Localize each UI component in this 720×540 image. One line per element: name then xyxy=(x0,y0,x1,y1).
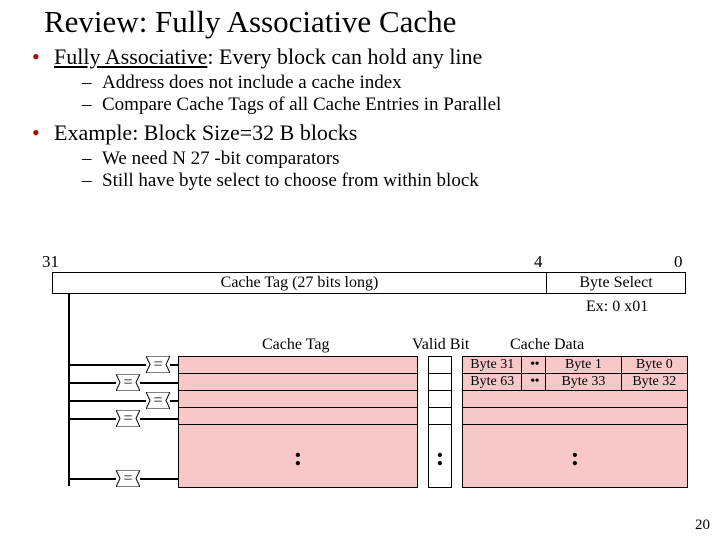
bullet-1-sub-1: Compare Cache Tags of all Cache Entries … xyxy=(82,94,720,116)
bullet-1: Fully Associative: Every block can hold … xyxy=(28,44,720,116)
bullet-2-text: Example: Block Size=32 B blocks xyxy=(54,120,357,145)
table-row-gap: : xyxy=(463,425,687,489)
bit-label-0: 0 xyxy=(674,252,683,272)
data-cell: Byte 33 xyxy=(546,374,621,390)
comparator-3: = xyxy=(116,410,140,427)
table-row xyxy=(179,408,417,425)
cache-diagram: 31 4 0 Cache Tag (27 bits long) Byte Sel… xyxy=(34,256,694,516)
table-row: Byte 63 • • Byte 33 Byte 32 xyxy=(463,374,687,391)
comparator-1: = xyxy=(116,374,140,391)
bullet-list: Fully Associative: Every block can hold … xyxy=(0,44,720,192)
data-cell: Byte 1 xyxy=(546,357,621,373)
table-row xyxy=(429,408,451,425)
table-row xyxy=(463,391,687,408)
table-row xyxy=(179,357,417,374)
comparator-2: = xyxy=(146,392,170,409)
table-row xyxy=(463,408,687,425)
page-number: 20 xyxy=(695,517,710,534)
table-row xyxy=(429,357,451,374)
comparator-0: = xyxy=(146,356,170,373)
cache-tag-column: : xyxy=(178,356,418,488)
bullet-2: Example: Block Size=32 B blocks We need … xyxy=(28,120,720,192)
bullet-2-sub: We need N 27 -bit comparators Still have… xyxy=(54,148,720,192)
bullet-1-sub-0: Address does not include a cache index xyxy=(82,72,720,94)
table-row xyxy=(179,374,417,391)
table-row: Byte 31 • • Byte 1 Byte 0 xyxy=(463,357,687,374)
byte-select-example: Ex: 0 x01 xyxy=(586,298,648,316)
col-header-data: Cache Data xyxy=(510,336,584,354)
col-header-valid: Valid Bit xyxy=(412,336,469,354)
data-cell: Byte 0 xyxy=(622,357,687,373)
table-row-gap: : xyxy=(179,425,417,489)
bullet-2-sub-0: We need N 27 -bit comparators xyxy=(82,148,720,170)
ellipsis-icon: • • xyxy=(522,374,546,390)
bullet-1-rest: : Every block can hold any line xyxy=(207,44,482,69)
table-row xyxy=(429,374,451,391)
bullet-1-sub: Address does not include a cache index C… xyxy=(54,72,720,116)
bullet-2-sub-1: Still have byte select to choose from wi… xyxy=(82,170,720,192)
cache-data-column: Byte 31 • • Byte 1 Byte 0 Byte 63 • • By… xyxy=(462,356,688,488)
ellipsis-icon: • • xyxy=(522,357,546,373)
col-header-tag: Cache Tag xyxy=(262,336,329,354)
bit-label-4: 4 xyxy=(534,252,543,272)
data-cell: Byte 31 xyxy=(463,357,522,373)
bit-label-31: 31 xyxy=(42,252,59,272)
comparator-n: = xyxy=(116,470,140,487)
slide-title: Review: Fully Associative Cache xyxy=(0,0,720,40)
valid-bit-column: : xyxy=(428,356,452,488)
table-row-gap: : xyxy=(429,425,451,489)
bullet-1-lead: Fully Associative xyxy=(54,44,207,69)
address-byte-select-field: Byte Select xyxy=(546,272,686,294)
table-row xyxy=(429,391,451,408)
table-row xyxy=(179,391,417,408)
tag-bus-vline xyxy=(68,294,70,486)
data-cell: Byte 32 xyxy=(622,374,687,390)
address-tag-field: Cache Tag (27 bits long) xyxy=(52,272,546,294)
data-cell: Byte 63 xyxy=(463,374,522,390)
